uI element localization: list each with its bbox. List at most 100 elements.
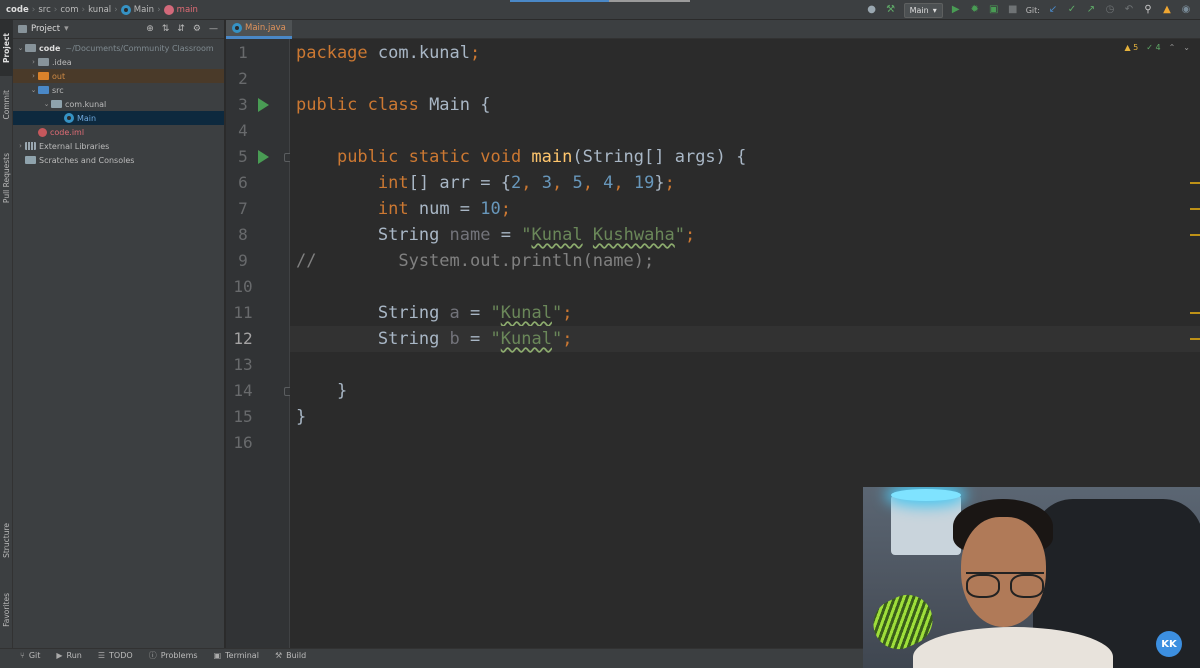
warning-stripe-marker[interactable]: [1190, 234, 1200, 236]
gutter-line[interactable]: 14: [226, 378, 293, 404]
code-token: main: [531, 147, 573, 167]
code-line[interactable]: }: [290, 378, 1200, 404]
gutter-line[interactable]: 12: [226, 326, 290, 352]
tree-item-src[interactable]: ⌄ src: [13, 83, 224, 97]
tree-item-code-iml[interactable]: code.iml: [13, 125, 224, 139]
gutter-line[interactable]: 3: [226, 92, 290, 118]
gear-icon[interactable]: ⚙: [193, 24, 201, 34]
git-commit-icon[interactable]: ✓: [1066, 4, 1078, 16]
tool-button-terminal[interactable]: ▣ Terminal: [214, 651, 259, 660]
code-line[interactable]: public static void main(String[] args) {: [290, 144, 1200, 170]
tree-item-code[interactable]: ⌄ code ~/Documents/Community Classroom: [13, 41, 224, 55]
chevron-right-icon: ›: [31, 4, 36, 15]
git-update-icon[interactable]: ↙: [1047, 4, 1059, 16]
search-icon[interactable]: ⚲: [1142, 4, 1154, 16]
tool-button-git[interactable]: ⑂ Git: [20, 651, 40, 660]
tool-tab-project[interactable]: Project: [0, 20, 13, 76]
run-gutter-icon[interactable]: [258, 150, 269, 164]
gutter-line[interactable]: 6: [226, 170, 290, 196]
tree-item-com-kunal[interactable]: ⌄ com.kunal: [13, 97, 224, 111]
coverage-icon[interactable]: ▣: [988, 4, 1000, 16]
code-line[interactable]: // System.out.println(name);: [290, 248, 1200, 274]
user-icon[interactable]: ●: [866, 4, 878, 16]
gutter-line[interactable]: 10: [226, 274, 290, 300]
chevron-right-icon[interactable]: ›: [16, 142, 25, 150]
warning-stripe-marker[interactable]: [1190, 182, 1200, 184]
history-clock-icon[interactable]: ◷: [1104, 4, 1116, 16]
warning-stripe-marker[interactable]: [1190, 338, 1200, 340]
ide-logo-icon[interactable]: ◉: [1180, 4, 1192, 16]
gutter-line[interactable]: 7: [226, 196, 290, 222]
gutter-line[interactable]: 8: [226, 222, 290, 248]
tool-button-label: Terminal: [225, 650, 259, 660]
warning-stripe-marker[interactable]: [1190, 312, 1200, 314]
code-line[interactable]: int[] arr = {2, 3, 5, 4, 19};: [290, 170, 1200, 196]
updates-icon[interactable]: ▲: [1161, 4, 1173, 16]
gutter-line[interactable]: 5: [226, 144, 293, 170]
select-opened-file-icon[interactable]: ⊕: [146, 24, 154, 34]
code-line[interactable]: [290, 430, 1200, 456]
tool-tab-pull-requests[interactable]: Pull Requests: [0, 138, 13, 218]
project-panel-title[interactable]: Project: [31, 24, 60, 34]
run-configuration-select[interactable]: Main ▾: [903, 2, 943, 18]
code-line[interactable]: package com.kunal;: [290, 40, 1200, 66]
breadcrumb-item-main[interactable]: main: [163, 4, 198, 15]
tree-item-external-libraries[interactable]: › External Libraries: [13, 139, 224, 153]
hide-panel-icon[interactable]: —: [209, 24, 218, 34]
tool-tab-structure[interactable]: Structure: [0, 512, 13, 568]
stop-icon[interactable]: ■: [1007, 4, 1019, 16]
git-push-icon[interactable]: ↗: [1085, 4, 1097, 16]
breadcrumb-item-main[interactable]: Main: [120, 4, 154, 15]
run-icon[interactable]: ▶: [950, 4, 962, 16]
line-number: 5: [238, 147, 248, 166]
tab-main-java[interactable]: Main.java: [226, 20, 292, 39]
debug-bug-icon[interactable]: ✹: [969, 4, 981, 16]
collapse-all-icon[interactable]: ⇵: [177, 24, 185, 34]
tool-tab-favorites[interactable]: Favorites: [0, 580, 13, 640]
tree-item-label: com.kunal: [65, 99, 107, 109]
code-line[interactable]: }: [290, 404, 1200, 430]
tree-item-scratches-and-consoles[interactable]: Scratches and Consoles: [13, 153, 224, 167]
tree-item-idea[interactable]: › .idea: [13, 55, 224, 69]
code-line[interactable]: String b = "Kunal";: [290, 326, 1200, 352]
gutter-line[interactable]: 13: [226, 352, 290, 378]
gutter-line[interactable]: 16: [226, 430, 290, 456]
gutter-line[interactable]: 2: [226, 66, 290, 92]
breadcrumb-item-src[interactable]: src: [38, 5, 50, 15]
breadcrumb-item-code[interactable]: code: [6, 5, 29, 15]
chevron-down-icon[interactable]: ⌄: [42, 100, 51, 108]
tool-button-problems[interactable]: ⓘ Problems: [149, 650, 198, 661]
code-line[interactable]: String a = "Kunal";: [290, 300, 1200, 326]
code-line[interactable]: int num = 10;: [290, 196, 1200, 222]
run-gutter-icon[interactable]: [258, 98, 269, 112]
rollback-icon[interactable]: ↶: [1123, 4, 1135, 16]
chevron-down-icon[interactable]: ⌄: [16, 44, 25, 52]
gutter-line[interactable]: 11: [226, 300, 290, 326]
tool-tab-commit[interactable]: Commit: [0, 82, 13, 128]
chevron-down-icon[interactable]: ⌄: [29, 86, 38, 94]
tool-button-todo[interactable]: ☰ TODO: [98, 651, 133, 660]
build-hammer-icon[interactable]: ⚒: [885, 4, 897, 16]
warning-stripe-marker[interactable]: [1190, 208, 1200, 210]
expand-all-icon[interactable]: ⇅: [162, 24, 170, 34]
chevron-down-icon[interactable]: ▾: [64, 24, 69, 34]
code-line[interactable]: String name = "Kunal Kushwaha";: [290, 222, 1200, 248]
tool-button-run[interactable]: ▶ Run: [56, 651, 82, 660]
chevron-right-icon[interactable]: ›: [29, 72, 38, 80]
code-line[interactable]: [290, 274, 1200, 300]
code-line[interactable]: [290, 66, 1200, 92]
gutter-line[interactable]: 9: [226, 248, 290, 274]
breadcrumb-item-kunal[interactable]: kunal: [88, 5, 111, 15]
code-line[interactable]: [290, 352, 1200, 378]
code-line[interactable]: [290, 118, 1200, 144]
gutter-line[interactable]: 15: [226, 404, 290, 430]
tree-item-main[interactable]: Main: [13, 111, 224, 125]
gutter-line[interactable]: 1: [226, 40, 290, 66]
chevron-right-icon[interactable]: ›: [29, 58, 38, 66]
tree-item-out[interactable]: › out: [13, 69, 224, 83]
breadcrumb-item-com[interactable]: com: [60, 5, 78, 15]
tool-button-build[interactable]: ⚒ Build: [275, 651, 306, 660]
code-line[interactable]: public class Main {: [290, 92, 1200, 118]
gutter-line[interactable]: 4: [226, 118, 290, 144]
